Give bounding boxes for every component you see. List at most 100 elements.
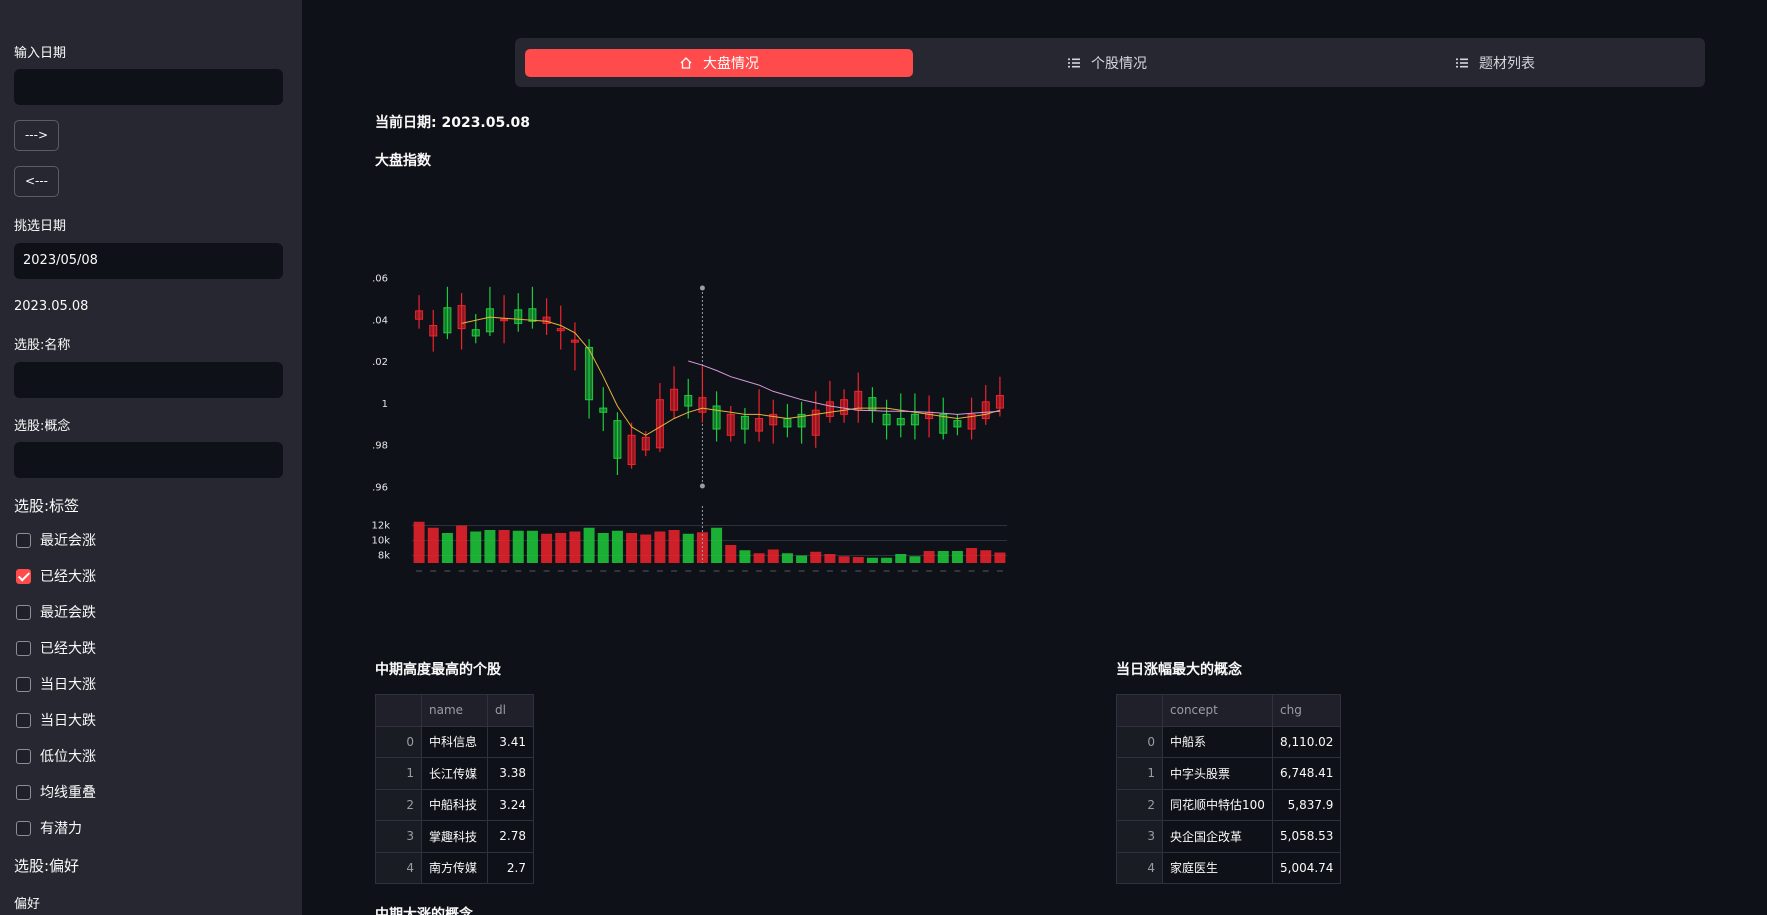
pref-label: 选股:偏好 [14, 857, 80, 875]
sidebar: 输入日期 ---> <--- 挑选日期 2023/05/08 2023.05.0… [0, 0, 302, 915]
volume-bar [682, 533, 694, 563]
checkbox[interactable] [16, 713, 31, 728]
checkbox-label[interactable]: 已经大涨 [40, 566, 96, 586]
pick-date-field[interactable]: 2023/05/08 [14, 243, 283, 279]
checkbox[interactable] [16, 749, 31, 764]
checkbox-label[interactable]: 均线重叠 [40, 782, 96, 802]
candle [585, 346, 594, 401]
volume-bar [413, 521, 425, 563]
volume-bar [640, 534, 652, 563]
volume-bar [810, 551, 822, 563]
col-header [1116, 694, 1163, 727]
col-header[interactable]: dl [487, 694, 534, 727]
stocks-table[interactable]: name dl 0 中科信息 3.41 1 长江传媒 3.38 2 中船科技 3.24 3掌… [375, 694, 534, 884]
volume-bar [541, 533, 553, 563]
candle [627, 434, 636, 466]
name-input[interactable] [14, 362, 283, 398]
candle [981, 401, 990, 420]
tab-topics[interactable]: 题材列表 [1301, 49, 1689, 77]
checkbox[interactable] [16, 821, 31, 836]
volume-bar [881, 557, 893, 563]
checkbox[interactable] [16, 677, 31, 692]
checkbox-label[interactable]: 低位大涨 [40, 746, 96, 766]
table-row[interactable]: 2 中船科技 3.24 [375, 788, 534, 821]
checkbox[interactable] [16, 641, 31, 656]
volume-bar [824, 554, 836, 563]
col-header[interactable]: chg [1271, 694, 1342, 727]
table-row[interactable]: 0 中科信息 3.41 [375, 725, 534, 758]
checkbox-label[interactable]: 有潜力 [40, 818, 82, 838]
table-header: name dl [375, 694, 534, 727]
y-tick-label: 1.02 [372, 357, 388, 368]
volume-tick-label: 8k [378, 551, 390, 562]
candle [655, 399, 664, 449]
volume-bar [994, 552, 1006, 563]
table-row[interactable]: 4 家庭医生 5,004.74 [1116, 851, 1342, 884]
volume-bar [725, 545, 737, 563]
candle [429, 325, 438, 337]
candle [443, 307, 452, 334]
volume-bar [555, 533, 567, 563]
volume-bar [866, 557, 878, 563]
candle [726, 413, 735, 436]
date-display: 2023.05.08 [14, 299, 89, 314]
checkbox-label[interactable]: 当日大跌 [40, 710, 96, 730]
candle [882, 413, 891, 426]
checkbox-label[interactable]: 已经大跌 [40, 638, 96, 658]
candle [514, 309, 523, 324]
volume-bar [767, 549, 779, 563]
tab-label[interactable]: 题材列表 [1479, 53, 1535, 73]
current-date: 当前日期: 2023.05.08 [375, 115, 531, 131]
volume-bar [470, 531, 482, 563]
candle [471, 329, 480, 337]
table-row[interactable]: 1 长江传媒 3.38 [375, 757, 534, 790]
candle [896, 418, 905, 426]
concept-input[interactable] [14, 442, 283, 478]
volume-bar [966, 548, 978, 563]
checkbox-label[interactable]: 当日大涨 [40, 674, 96, 694]
tab-stock[interactable]: 个股情况 [913, 49, 1301, 77]
bottom-section-title: 中期大涨的概念 [375, 907, 473, 915]
volume-bar [456, 525, 468, 563]
y-tick-label: 1.04 [372, 315, 388, 326]
market-index-chart[interactable]: 1.06 1.04 1.02 1 0.98 0.96 12k 10k 8k [372, 268, 1012, 578]
name-label: 选股:名称 [14, 338, 71, 353]
volume-bar [611, 530, 623, 563]
candle [825, 401, 834, 417]
input-date-label: 输入日期 [14, 46, 67, 61]
volume-bar [781, 553, 793, 563]
table-row[interactable]: 4 南方传媒 2.7 [375, 851, 534, 884]
y-tick-label: 1.06 [372, 273, 388, 284]
concepts-table[interactable]: concept chg 0 中船系 8,110.02 1 中字头股票 6,748.41 … [1116, 694, 1342, 884]
tab-label[interactable]: 大盘情况 [703, 53, 759, 73]
checkbox-checked[interactable] [16, 569, 31, 584]
y-tick-label: 1 [382, 399, 388, 410]
checkbox-label[interactable]: 最近会涨 [40, 530, 96, 550]
prev-date-button[interactable]: <--- [14, 166, 59, 197]
table-row[interactable]: 0 中船系 8,110.02 [1116, 725, 1342, 758]
checkbox[interactable] [16, 605, 31, 620]
crosshair-bottom [699, 483, 705, 489]
table-row[interactable]: 3 央企国企改革 5,058.53 [1116, 820, 1342, 853]
volume-bar [753, 553, 765, 563]
index-title: 大盘指数 [375, 153, 431, 169]
table-row[interactable]: 1 中字头股票 6,748.41 [1116, 757, 1342, 790]
table-row[interactable]: 3 掌趣科技 2.78 [375, 820, 534, 853]
col-header[interactable]: name [421, 694, 488, 727]
checkbox[interactable] [16, 533, 31, 548]
checkbox-label[interactable]: 最近会跌 [40, 602, 96, 622]
volume-bar [498, 530, 510, 563]
tab-label[interactable]: 个股情况 [1091, 53, 1147, 73]
volume-bar [654, 531, 666, 563]
nav-bar: 大盘情况 个股情况 题材列表 [515, 38, 1705, 87]
volume-bar [583, 527, 595, 563]
table-row[interactable]: 2 同花顺中特估100 5,837.9 [1116, 788, 1342, 821]
tab-market[interactable]: 大盘情况 [525, 49, 913, 77]
checkbox[interactable] [16, 785, 31, 800]
list-icon [1068, 58, 1080, 68]
volume-bar [923, 551, 935, 563]
next-date-button[interactable]: ---> [14, 120, 59, 151]
input-date-field[interactable] [14, 69, 283, 105]
volume-bar [484, 530, 496, 563]
col-header[interactable]: concept [1162, 694, 1273, 727]
